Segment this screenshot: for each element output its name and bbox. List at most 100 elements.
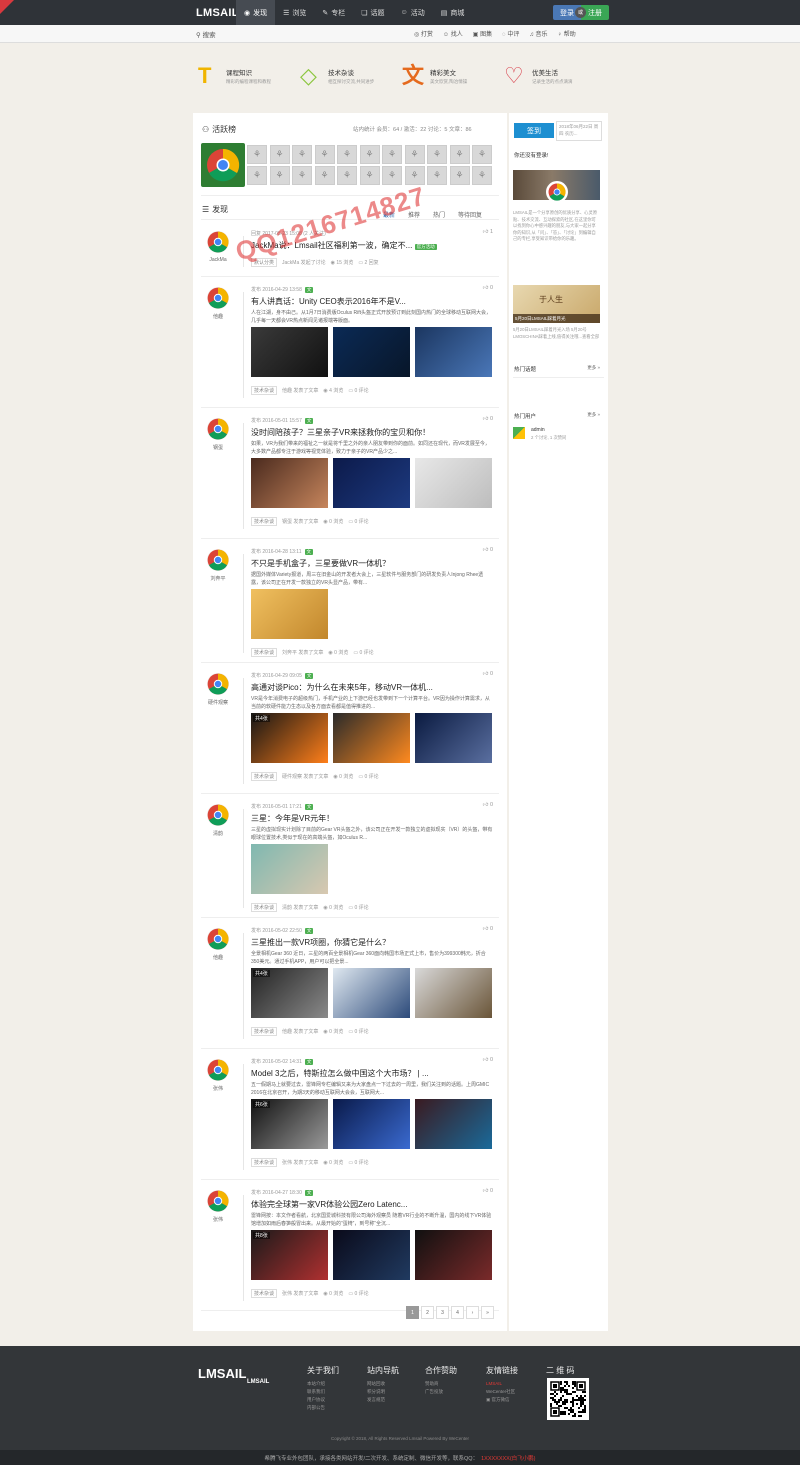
- post-thumbnail[interactable]: [251, 589, 328, 639]
- post-title[interactable]: 体验完全球第一家VR体验公园Zero Latenc...: [251, 1199, 407, 1210]
- like-button[interactable]: 👍︎ 0: [483, 926, 493, 932]
- like-button[interactable]: 👍︎ 0: [483, 285, 493, 291]
- post-thumbnail[interactable]: [251, 327, 328, 377]
- post-author-name[interactable]: JackMa: [201, 257, 235, 263]
- page-2[interactable]: 2: [421, 1306, 434, 1319]
- quick-link-reward[interactable]: ◎ 打赏: [414, 29, 433, 38]
- post-category[interactable]: 技术杂谈: [251, 648, 278, 657]
- post-category[interactable]: 技术杂谈: [251, 903, 278, 912]
- post-author-name[interactable]: 他趣: [201, 954, 235, 961]
- nav-browse[interactable]: ☰ 浏览: [275, 0, 314, 25]
- active-user-avatar[interactable]: ⚘: [247, 166, 267, 185]
- post-thumbnail[interactable]: [333, 968, 410, 1018]
- admin-name[interactable]: admin: [531, 427, 545, 433]
- page-next[interactable]: ›: [466, 1306, 479, 1319]
- post-category[interactable]: 技术杂谈: [251, 772, 278, 781]
- post-author-name[interactable]: 张伟: [201, 1216, 235, 1223]
- feature-course[interactable]: T 课程知识 精彩的编程课程和教程: [198, 64, 298, 94]
- search-input[interactable]: ⚲ 搜索: [196, 29, 216, 39]
- quick-link-people[interactable]: ☺ 找人: [443, 29, 463, 38]
- comments-count[interactable]: ▭ 0 评论: [348, 1290, 368, 1297]
- post-category[interactable]: 技术杂谈: [251, 1158, 278, 1167]
- nav-shop[interactable]: ▤ 商城: [433, 0, 473, 25]
- post-thumbnail[interactable]: [415, 968, 492, 1018]
- active-user-avatar[interactable]: ⚘: [472, 166, 492, 185]
- like-button[interactable]: 👍︎ 1: [483, 229, 493, 235]
- post-category[interactable]: 技术杂谈: [251, 1027, 278, 1036]
- post-author-avatar[interactable]: [207, 928, 229, 950]
- post-thumbnail[interactable]: [333, 327, 410, 377]
- top-user-avatar[interactable]: [201, 143, 245, 187]
- quick-link-music[interactable]: ♫ 音乐: [529, 29, 547, 38]
- post-author-name[interactable]: 硬件观察: [201, 699, 235, 706]
- feature-life[interactable]: ♡ 优美生活 记录生活的点点滴滴: [504, 64, 604, 94]
- post-thumbnail[interactable]: 共4张: [251, 713, 328, 763]
- post-author-name[interactable]: 钢蛋: [201, 444, 235, 451]
- site-logo[interactable]: LMSAIL: [196, 7, 239, 19]
- post-thumbnail[interactable]: [333, 458, 410, 508]
- post-author-avatar[interactable]: [207, 1059, 229, 1081]
- post-thumbnail[interactable]: 共4张: [251, 968, 328, 1018]
- nav-topic[interactable]: ❏ 话题: [353, 0, 392, 25]
- nav-discover[interactable]: ◉ 发现: [236, 0, 276, 25]
- post-thumbnail[interactable]: [415, 327, 492, 377]
- post-thumbnail[interactable]: [333, 1230, 410, 1280]
- post-thumbnail[interactable]: [251, 844, 328, 894]
- post-thumbnail[interactable]: [333, 1099, 410, 1149]
- active-user-avatar[interactable]: ⚘: [359, 166, 380, 185]
- like-button[interactable]: 👍︎ 0: [483, 802, 493, 808]
- active-user-avatar[interactable]: ⚘: [449, 145, 470, 164]
- active-user-avatar[interactable]: ⚘: [337, 145, 357, 164]
- active-user-avatar[interactable]: ⚘: [427, 145, 447, 164]
- post-author-name[interactable]: 他趣: [201, 313, 235, 320]
- active-user-avatar[interactable]: ⚘: [404, 145, 425, 164]
- comments-count[interactable]: ▭ 2 回复: [358, 259, 378, 266]
- post-author-avatar[interactable]: [207, 287, 229, 309]
- post-author-avatar[interactable]: [207, 418, 229, 440]
- post-author-avatar[interactable]: [207, 231, 229, 253]
- comments-count[interactable]: ▭ 0 评论: [348, 1159, 368, 1166]
- feature-article[interactable]: 文 精彩美文 美文欣赏,陶冶情操: [402, 64, 502, 94]
- post-thumbnail[interactable]: [415, 458, 492, 508]
- active-user-avatar[interactable]: ⚘: [404, 166, 425, 185]
- nav-column[interactable]: ✎ 专栏: [314, 0, 353, 25]
- like-button[interactable]: 👍︎ 0: [483, 1057, 493, 1063]
- news-text[interactable]: 5月20日LMSAIL踩着月光入场 5月20号LMOSCHINA踩着上线,值得关…: [513, 327, 600, 341]
- post-thumbnail[interactable]: [415, 1230, 492, 1280]
- post-category[interactable]: 技术杂谈: [251, 1289, 278, 1298]
- post-title[interactable]: 三星：今年是VR元年！: [251, 813, 334, 824]
- active-user-avatar[interactable]: ⚘: [382, 145, 402, 164]
- post-author-name[interactable]: 清韵: [201, 830, 235, 837]
- comments-count[interactable]: ▭ 0 评论: [348, 904, 368, 911]
- post-thumbnail[interactable]: [415, 713, 492, 763]
- feature-tech[interactable]: ◇ 技术杂谈 相互探讨交流,共同进步: [300, 64, 400, 94]
- post-title[interactable]: JackMa说：Lmsail社区福利第一波，确定不... 官方活动: [251, 240, 437, 251]
- post-category[interactable]: 默认分类: [251, 258, 278, 267]
- active-user-avatar[interactable]: ⚘: [292, 145, 312, 164]
- like-button[interactable]: 👍︎ 0: [483, 416, 493, 422]
- post-author-name[interactable]: 刘奔平: [201, 575, 235, 582]
- post-author-avatar[interactable]: [207, 1190, 229, 1212]
- active-user-avatar[interactable]: ⚘: [382, 166, 402, 185]
- comments-count[interactable]: ▭ 0 评论: [358, 773, 378, 780]
- sign-in-button[interactable]: 签到: [514, 123, 554, 138]
- active-user-avatar[interactable]: ⚘: [247, 145, 267, 164]
- post-title[interactable]: 高通对谈Pico：为什么在未来5年，移动VR一体机...: [251, 682, 433, 693]
- post-thumbnail[interactable]: [415, 1099, 492, 1149]
- like-button[interactable]: 👍︎ 0: [483, 1188, 493, 1194]
- comments-count[interactable]: ▭ 0 评论: [348, 1028, 368, 1035]
- hot-users-more[interactable]: 更多 »: [587, 412, 600, 418]
- post-category[interactable]: 技术杂谈: [251, 386, 278, 395]
- post-author-avatar[interactable]: [207, 673, 229, 695]
- active-user-avatar[interactable]: ⚘: [269, 145, 290, 164]
- page-1[interactable]: 1: [406, 1306, 419, 1319]
- active-user-avatar[interactable]: ⚘: [314, 145, 335, 164]
- admin-avatar[interactable]: [513, 427, 525, 439]
- news-banner[interactable]: 于人生 5月20日LMSAIL踩着月光: [513, 285, 600, 323]
- hot-topics-more[interactable]: 更多 »: [587, 365, 600, 371]
- like-button[interactable]: 👍︎ 0: [483, 671, 493, 677]
- post-thumbnail[interactable]: [251, 458, 328, 508]
- quick-link-review[interactable]: ◌ 中评: [502, 29, 519, 38]
- nav-activity[interactable]: ☺ 活动: [393, 0, 433, 25]
- page-3[interactable]: 3: [436, 1306, 449, 1319]
